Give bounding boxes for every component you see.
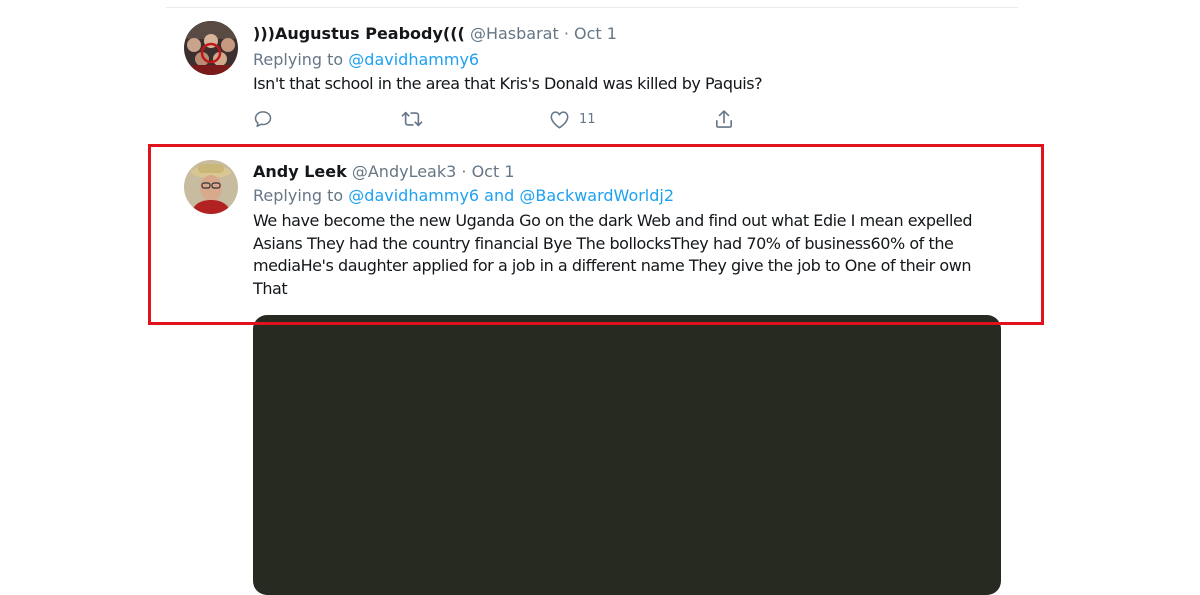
like-count: 11 (579, 111, 596, 127)
reply-icon (254, 111, 272, 128)
heart-icon (550, 110, 569, 128)
reply-button[interactable] (253, 108, 273, 130)
tweet-media[interactable] (253, 315, 1001, 595)
tweet-date[interactable]: Oct 1 (574, 24, 617, 43)
tweet-actions: 11 (253, 108, 753, 130)
highlight-box (148, 144, 1044, 325)
replying-to: Replying to @davidhammy6 (253, 50, 479, 70)
like-button[interactable]: 11 (549, 108, 596, 130)
user-handle[interactable]: @Hasbarat (470, 24, 559, 43)
tweet-text: Isn't that school in the area that Kris'… (253, 74, 763, 93)
display-name[interactable]: )))Augustus Peabody((( (253, 24, 465, 43)
mention-link[interactable]: @davidhammy6 (348, 50, 479, 69)
avatar-image (184, 21, 238, 75)
share-button[interactable] (715, 108, 733, 130)
avatar[interactable] (184, 21, 238, 75)
replying-to-label: Replying to (253, 50, 344, 69)
tweet-augustus[interactable]: )))Augustus Peabody((( @Hasbarat · Oct 1… (166, 0, 1018, 140)
retweet-icon (401, 111, 423, 127)
share-icon (715, 110, 733, 128)
tweet-header: )))Augustus Peabody((( @Hasbarat · Oct 1 (253, 24, 617, 44)
retweet-button[interactable] (401, 108, 423, 130)
separator-dot: · (563, 24, 569, 43)
